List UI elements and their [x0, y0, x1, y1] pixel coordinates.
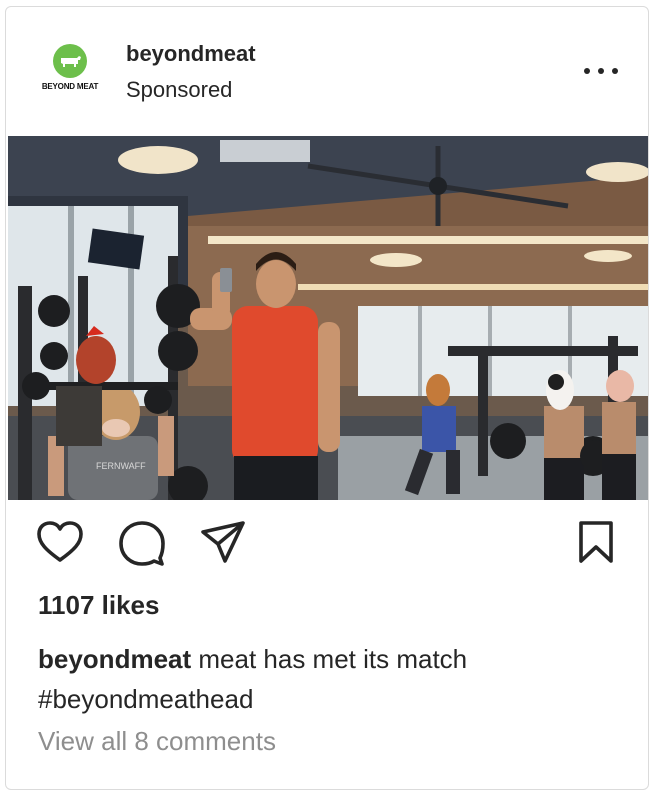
- bookmark-icon[interactable]: [578, 520, 614, 564]
- caption-username[interactable]: beyondmeat: [38, 644, 191, 674]
- post-username[interactable]: beyondmeat: [126, 41, 256, 67]
- dot: [598, 68, 604, 74]
- more-dots-icon[interactable]: [584, 59, 618, 83]
- dot: [584, 68, 590, 74]
- paper-plane-icon[interactable]: [200, 520, 246, 564]
- instagram-post-card: BEYOND MEAT beyondmeat Sponsored FERNWAF…: [5, 6, 649, 790]
- avatar[interactable]: BEYOND MEAT: [39, 42, 101, 98]
- gym-scene-illustration: FERNWAFF: [8, 136, 648, 500]
- dot: [612, 68, 618, 74]
- post-image[interactable]: FERNWAFF: [8, 136, 648, 500]
- cow-logo-icon: [61, 56, 81, 67]
- caption-text: meat has met its match: [191, 644, 468, 674]
- likes-count[interactable]: 1107 likes: [38, 590, 159, 621]
- post-header: BEYOND MEAT beyondmeat Sponsored: [6, 7, 648, 134]
- shirt-text: FERNWAFF: [96, 461, 146, 471]
- view-all-comments-link[interactable]: View all 8 comments: [38, 726, 276, 757]
- sponsored-label: Sponsored: [126, 77, 233, 102]
- post-actions: [6, 520, 648, 570]
- caption-hashtag[interactable]: #beyondmeathead: [38, 684, 253, 714]
- comment-bubble-icon[interactable]: [118, 520, 166, 566]
- avatar-wordmark: BEYOND MEAT: [41, 82, 99, 91]
- post-caption: beyondmeat meat has met its match #beyon…: [38, 639, 628, 719]
- heart-icon[interactable]: [36, 520, 84, 564]
